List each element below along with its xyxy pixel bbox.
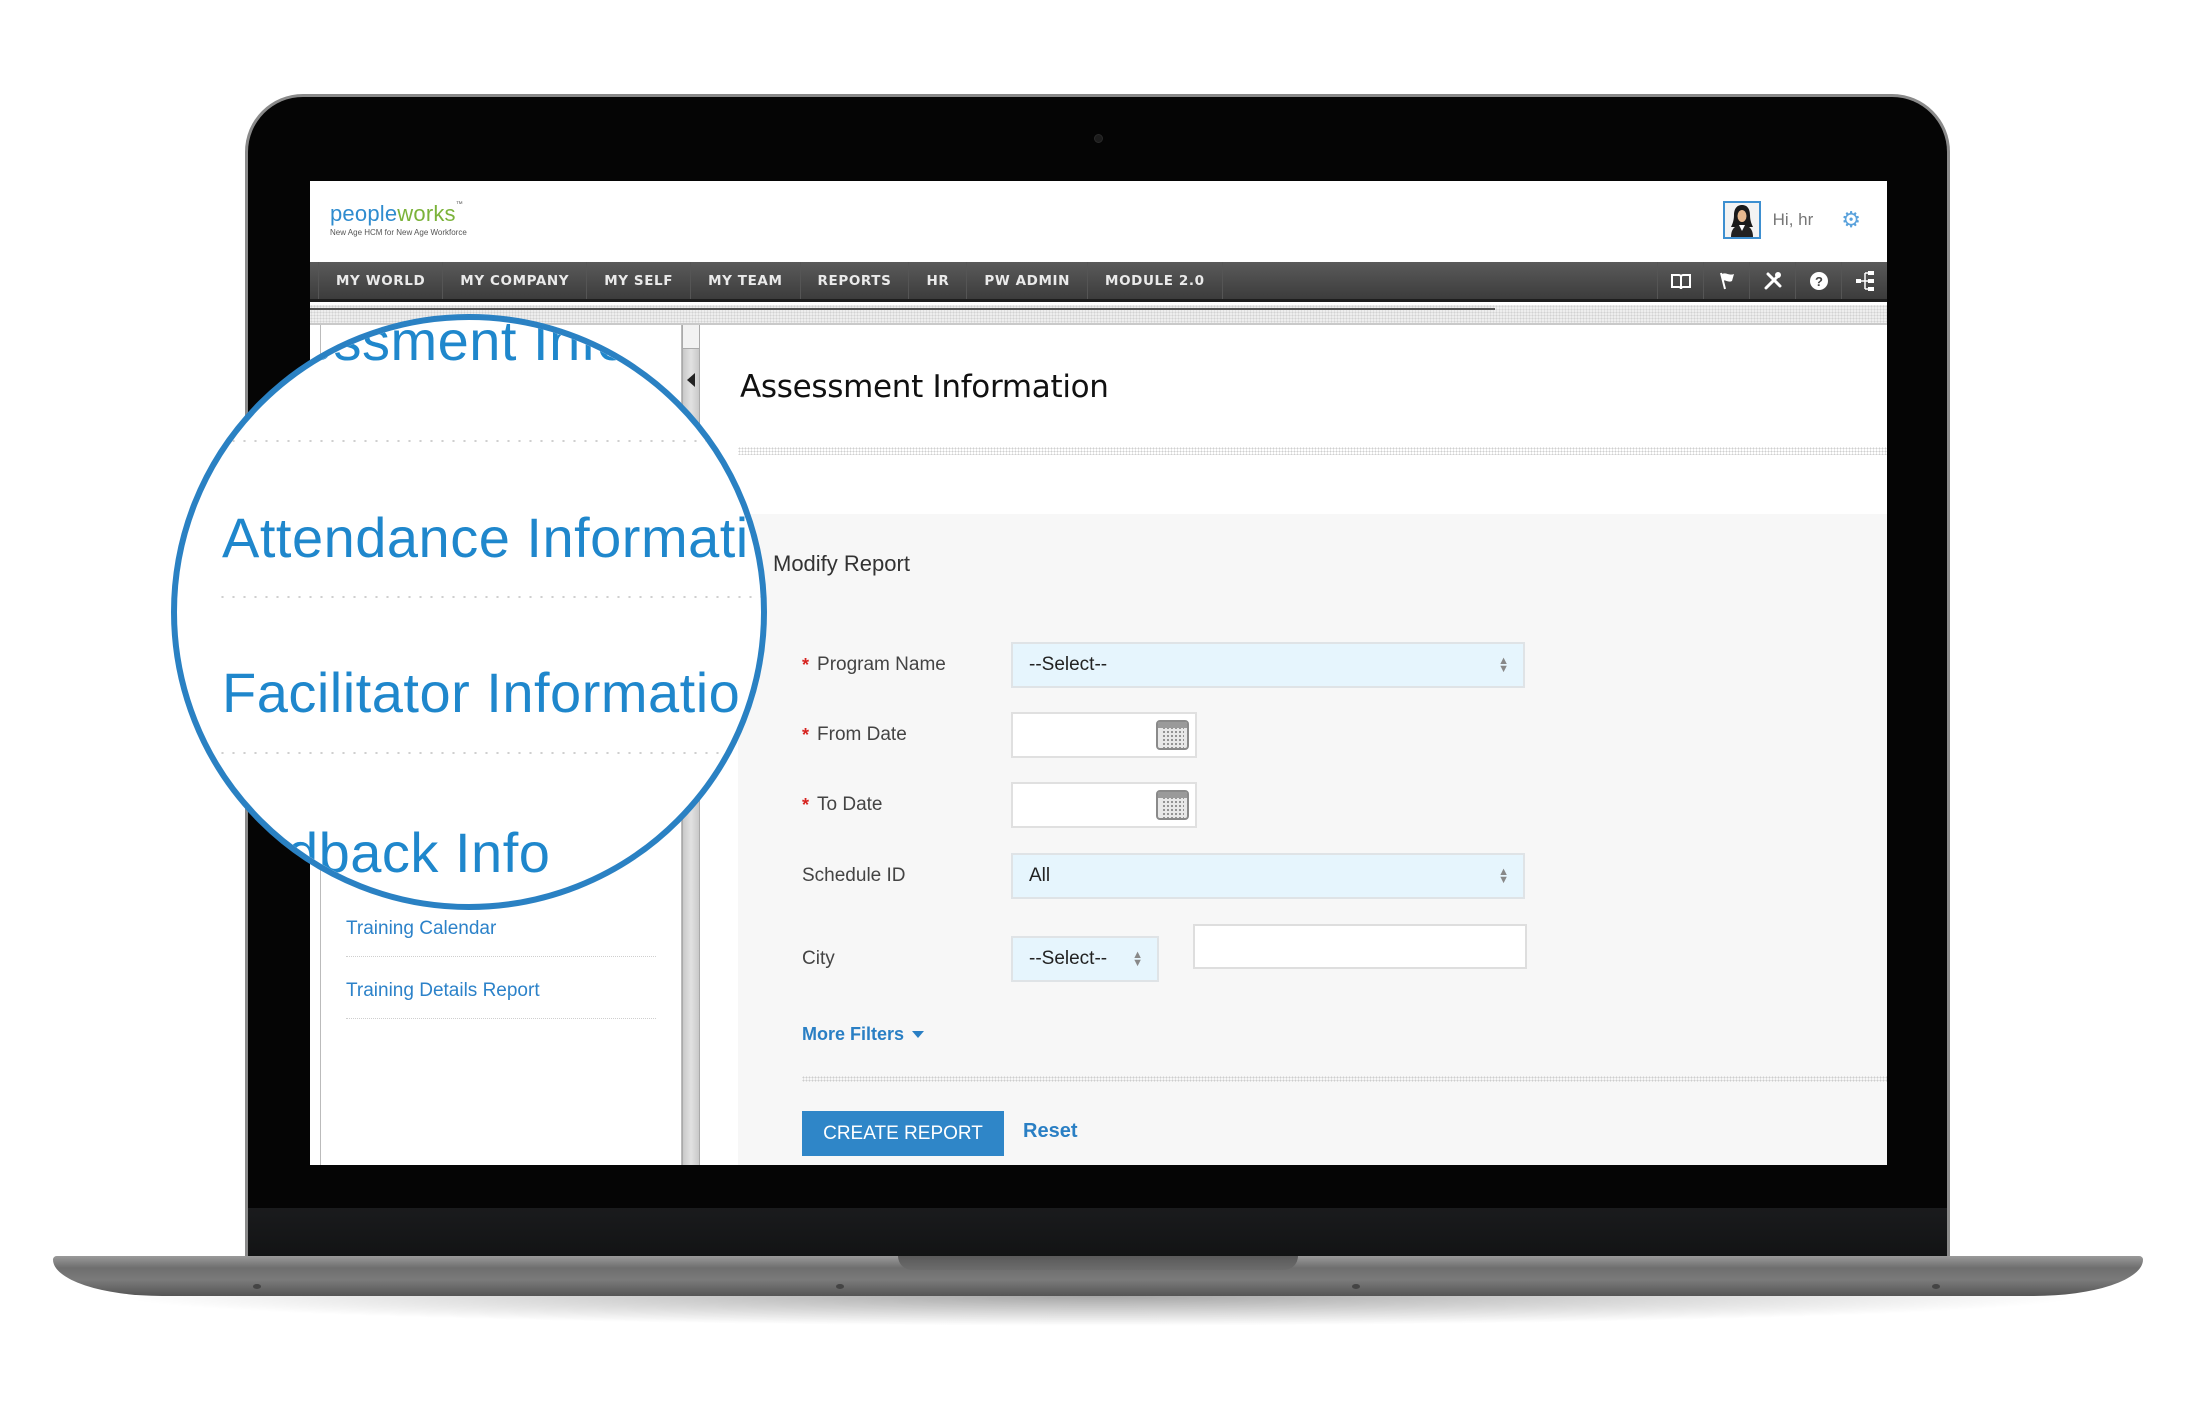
nav-hr[interactable]: HR [909, 262, 968, 299]
logo-part: rks [425, 201, 456, 226]
nav-pw-admin[interactable]: PW ADMIN [967, 262, 1089, 299]
create-report-button[interactable]: CREATE REPORT [802, 1111, 1004, 1156]
laptop-foot [1932, 1284, 1940, 1289]
laptop-shadow [110, 1296, 2090, 1326]
laptop-bezel-bottom [248, 1208, 1947, 1258]
trademark: ™ [455, 201, 463, 208]
schedule-id-label: Schedule ID [802, 865, 1011, 887]
nav-my-self[interactable]: MY SELF [587, 262, 692, 299]
book-icon[interactable] [1657, 262, 1703, 299]
camera [1094, 134, 1103, 143]
label-text: City [802, 948, 835, 969]
magnified-text: dback Info [287, 821, 551, 884]
logo-part: o [354, 201, 368, 226]
to-date-label: * To Date [802, 794, 1011, 816]
magnified-divider [217, 594, 761, 600]
main-nav: MY WORLD MY COMPANY MY SELF MY TEAM REPO… [310, 262, 1887, 302]
chevron-left-icon [687, 373, 695, 387]
program-name-row: * Program Name --Select-- ▲ ▼ [802, 642, 1525, 688]
hierarchy-icon[interactable] [1841, 262, 1887, 299]
required-marker: * [802, 724, 810, 745]
svg-text:?: ? [1815, 274, 1823, 289]
collapse-handle-cap [683, 325, 699, 349]
page-title: Assessment Information [740, 369, 1109, 405]
nav-module-2[interactable]: MODULE 2.0 [1088, 262, 1223, 299]
to-date-row: * To Date [802, 782, 1197, 828]
calendar-icon[interactable] [1156, 790, 1189, 820]
modify-report-panel: Modify Report * Program Name --Select-- … [738, 514, 1887, 1165]
logo-wordmark: peopleworks™ [330, 201, 467, 227]
logo-tagline: New Age HCM for New Age Workforce [330, 228, 467, 237]
help-icon[interactable]: ? [1795, 262, 1841, 299]
label-text: Schedule ID [802, 865, 906, 886]
logo-part: pe [330, 201, 355, 226]
city-row: City --Select-- ▲ ▼ [802, 936, 1159, 982]
user-greeting: Hi, hr [1772, 210, 1814, 229]
label-text: From Date [817, 724, 907, 745]
from-date-row: * From Date [802, 712, 1197, 758]
city-text-input[interactable] [1193, 924, 1527, 969]
select-value: All [1029, 865, 1051, 886]
magnified-text: Attendance Informati [222, 506, 749, 569]
program-name-label: * Program Name [802, 654, 1011, 676]
nav-my-company[interactable]: MY COMPANY [443, 262, 588, 299]
logo[interactable]: peopleworks™ New Age HCM for New Age Wor… [330, 201, 467, 237]
user-area: Hi, hr ⚙ [1722, 201, 1861, 239]
more-filters-toggle[interactable]: More Filters [802, 1024, 925, 1045]
reset-link[interactable]: Reset [1023, 1120, 1077, 1143]
magnified-text: Assessment Info [207, 314, 629, 372]
laptop-foot [253, 1284, 261, 1289]
sidebar-item-training-details-report[interactable]: Training Details Report [346, 980, 656, 1019]
title-divider [738, 447, 1887, 455]
select-value: --Select-- [1029, 948, 1108, 969]
magnified-text: Facilitator Informatio [222, 661, 741, 724]
caret-down-icon [912, 1031, 925, 1038]
city-label: City [802, 948, 1011, 970]
user-avatar-icon [1730, 205, 1753, 237]
city-select[interactable]: --Select-- ▲ ▼ [1011, 936, 1159, 982]
settings-gear-icon[interactable]: ⚙ [1841, 207, 1861, 233]
nav-my-team[interactable]: MY TEAM [691, 262, 801, 299]
laptop-notch [898, 1256, 1298, 1270]
magnified-divider [217, 438, 761, 444]
avatar[interactable] [1722, 201, 1761, 239]
more-filters-label: More Filters [802, 1024, 905, 1044]
nav-my-world[interactable]: MY WORLD [318, 262, 444, 299]
from-date-label: * From Date [802, 724, 1011, 746]
select-arrows-icon: ▲ ▼ [1498, 655, 1509, 675]
select-arrows-icon: ▲ ▼ [1498, 866, 1509, 886]
nav-icon-group: ? [1657, 262, 1887, 299]
nav-reports[interactable]: REPORTS [801, 262, 910, 299]
select-arrows-icon: ▲ ▼ [1132, 949, 1143, 969]
label-text: Program Name [817, 654, 946, 675]
label-text: To Date [817, 794, 883, 815]
calendar-icon[interactable] [1156, 720, 1189, 750]
page-progress-line [310, 308, 1495, 310]
select-value: --Select-- [1029, 654, 1108, 675]
schedule-id-select[interactable]: All ▲ ▼ [1011, 853, 1525, 899]
main-content: Assessment Information Modify Report * P… [703, 325, 1887, 1165]
from-date-input[interactable] [1011, 712, 1197, 758]
sidebar-item-training-calendar[interactable]: Training Calendar [346, 918, 656, 957]
required-marker: * [802, 654, 810, 675]
laptop-foot [836, 1284, 844, 1289]
schedule-id-row: Schedule ID All ▲ ▼ [802, 853, 1525, 899]
form-divider [802, 1076, 1887, 1082]
magnifier-callout: Assessment Info Attendance Informati Fac… [171, 314, 767, 910]
panel-title: Modify Report [773, 551, 910, 576]
app-header: peopleworks™ New Age HCM for New Age Wor… [310, 181, 1887, 262]
magnified-divider [217, 750, 761, 756]
logo-part: o [413, 201, 426, 226]
logo-part: ple [367, 201, 398, 226]
tools-icon[interactable] [1749, 262, 1795, 299]
program-name-select[interactable]: --Select-- ▲ ▼ [1011, 642, 1525, 688]
flag-icon[interactable] [1703, 262, 1749, 299]
logo-part: w [397, 201, 414, 226]
laptop-foot [1352, 1284, 1360, 1289]
to-date-input[interactable] [1011, 782, 1197, 828]
required-marker: * [802, 794, 810, 815]
